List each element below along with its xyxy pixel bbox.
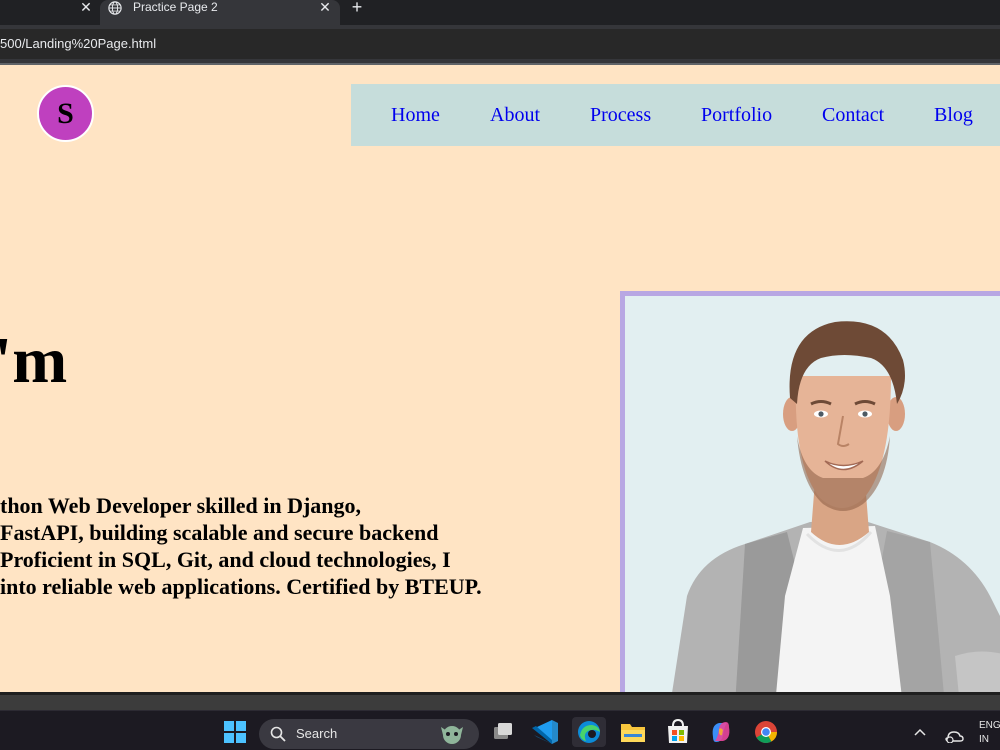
- address-bar[interactable]: 500/Landing%20Page.html: [0, 29, 1000, 59]
- tab-title: Practice Page 2: [133, 0, 218, 14]
- main-nav: Home About Process Portfolio Contact Blo…: [351, 84, 1000, 146]
- nav-link-home[interactable]: Home: [391, 103, 440, 127]
- network-icon[interactable]: [944, 725, 964, 743]
- tab-previous[interactable]: ✕: [0, 0, 100, 25]
- plus-icon[interactable]: +: [348, 0, 366, 16]
- portrait-photo: [672, 321, 1000, 692]
- search-placeholder: Search: [296, 726, 338, 741]
- language-line2: IN: [979, 734, 989, 745]
- nav-link-blog[interactable]: Blog: [934, 103, 973, 127]
- chrome-icon[interactable]: [749, 717, 783, 747]
- portrait-frame: [620, 291, 1000, 692]
- chevron-up-icon[interactable]: [913, 726, 927, 738]
- tab-practice-page-2[interactable]: Practice Page 2 ✕: [100, 0, 340, 25]
- tab-strip: ✕ Practice Page 2 ✕ +: [0, 0, 1000, 25]
- window-bottom-edge: [0, 692, 1000, 710]
- browser-toolbar: 500/Landing%20Page.html: [0, 25, 1000, 65]
- close-icon[interactable]: ✕: [318, 0, 332, 16]
- hero-text-line: Proficient in SQL, Git, and cloud techno…: [0, 547, 451, 572]
- logo[interactable]: S: [37, 85, 94, 142]
- nav-link-process[interactable]: Process: [590, 103, 651, 127]
- nav-link-contact[interactable]: Contact: [822, 103, 884, 127]
- hero-text-line: FastAPI, building scalable and secure ba…: [0, 520, 439, 545]
- search-icon: [270, 726, 286, 742]
- language-line1: ENG: [979, 720, 1000, 731]
- nav-link-portfolio[interactable]: Portfolio: [701, 103, 772, 127]
- search-highlight-icon: [441, 726, 463, 744]
- taskbar-search[interactable]: Search: [259, 719, 479, 749]
- start-icon[interactable]: [218, 717, 252, 747]
- store-icon[interactable]: [661, 717, 695, 747]
- hero-heading: llo I'm m: [0, 320, 302, 484]
- vscode-icon[interactable]: [528, 717, 562, 747]
- hero-text-line: into reliable web applications. Certifie…: [0, 574, 482, 599]
- globe-icon: [108, 1, 122, 15]
- taskbar: Search ENG IN: [0, 710, 1000, 750]
- web-page: me S Home About Process Portfolio Contac…: [0, 65, 1000, 692]
- logo-letter: S: [57, 97, 74, 130]
- task-view-icon[interactable]: [486, 717, 520, 747]
- url-text: 500/Landing%20Page.html: [0, 36, 157, 51]
- hero-description: thon Web Developer skilled in Django, Fa…: [0, 492, 550, 600]
- close-icon[interactable]: ✕: [79, 0, 93, 16]
- file-explorer-icon[interactable]: [616, 717, 650, 747]
- nav-link-about[interactable]: About: [490, 103, 540, 127]
- edge-icon[interactable]: [572, 717, 606, 747]
- copilot-icon[interactable]: [704, 717, 738, 747]
- language-indicator[interactable]: ENG IN: [979, 719, 1000, 747]
- hero-heading-line1: llo I'm: [0, 324, 68, 397]
- hero-text-line: thon Web Developer skilled in Django,: [0, 493, 362, 518]
